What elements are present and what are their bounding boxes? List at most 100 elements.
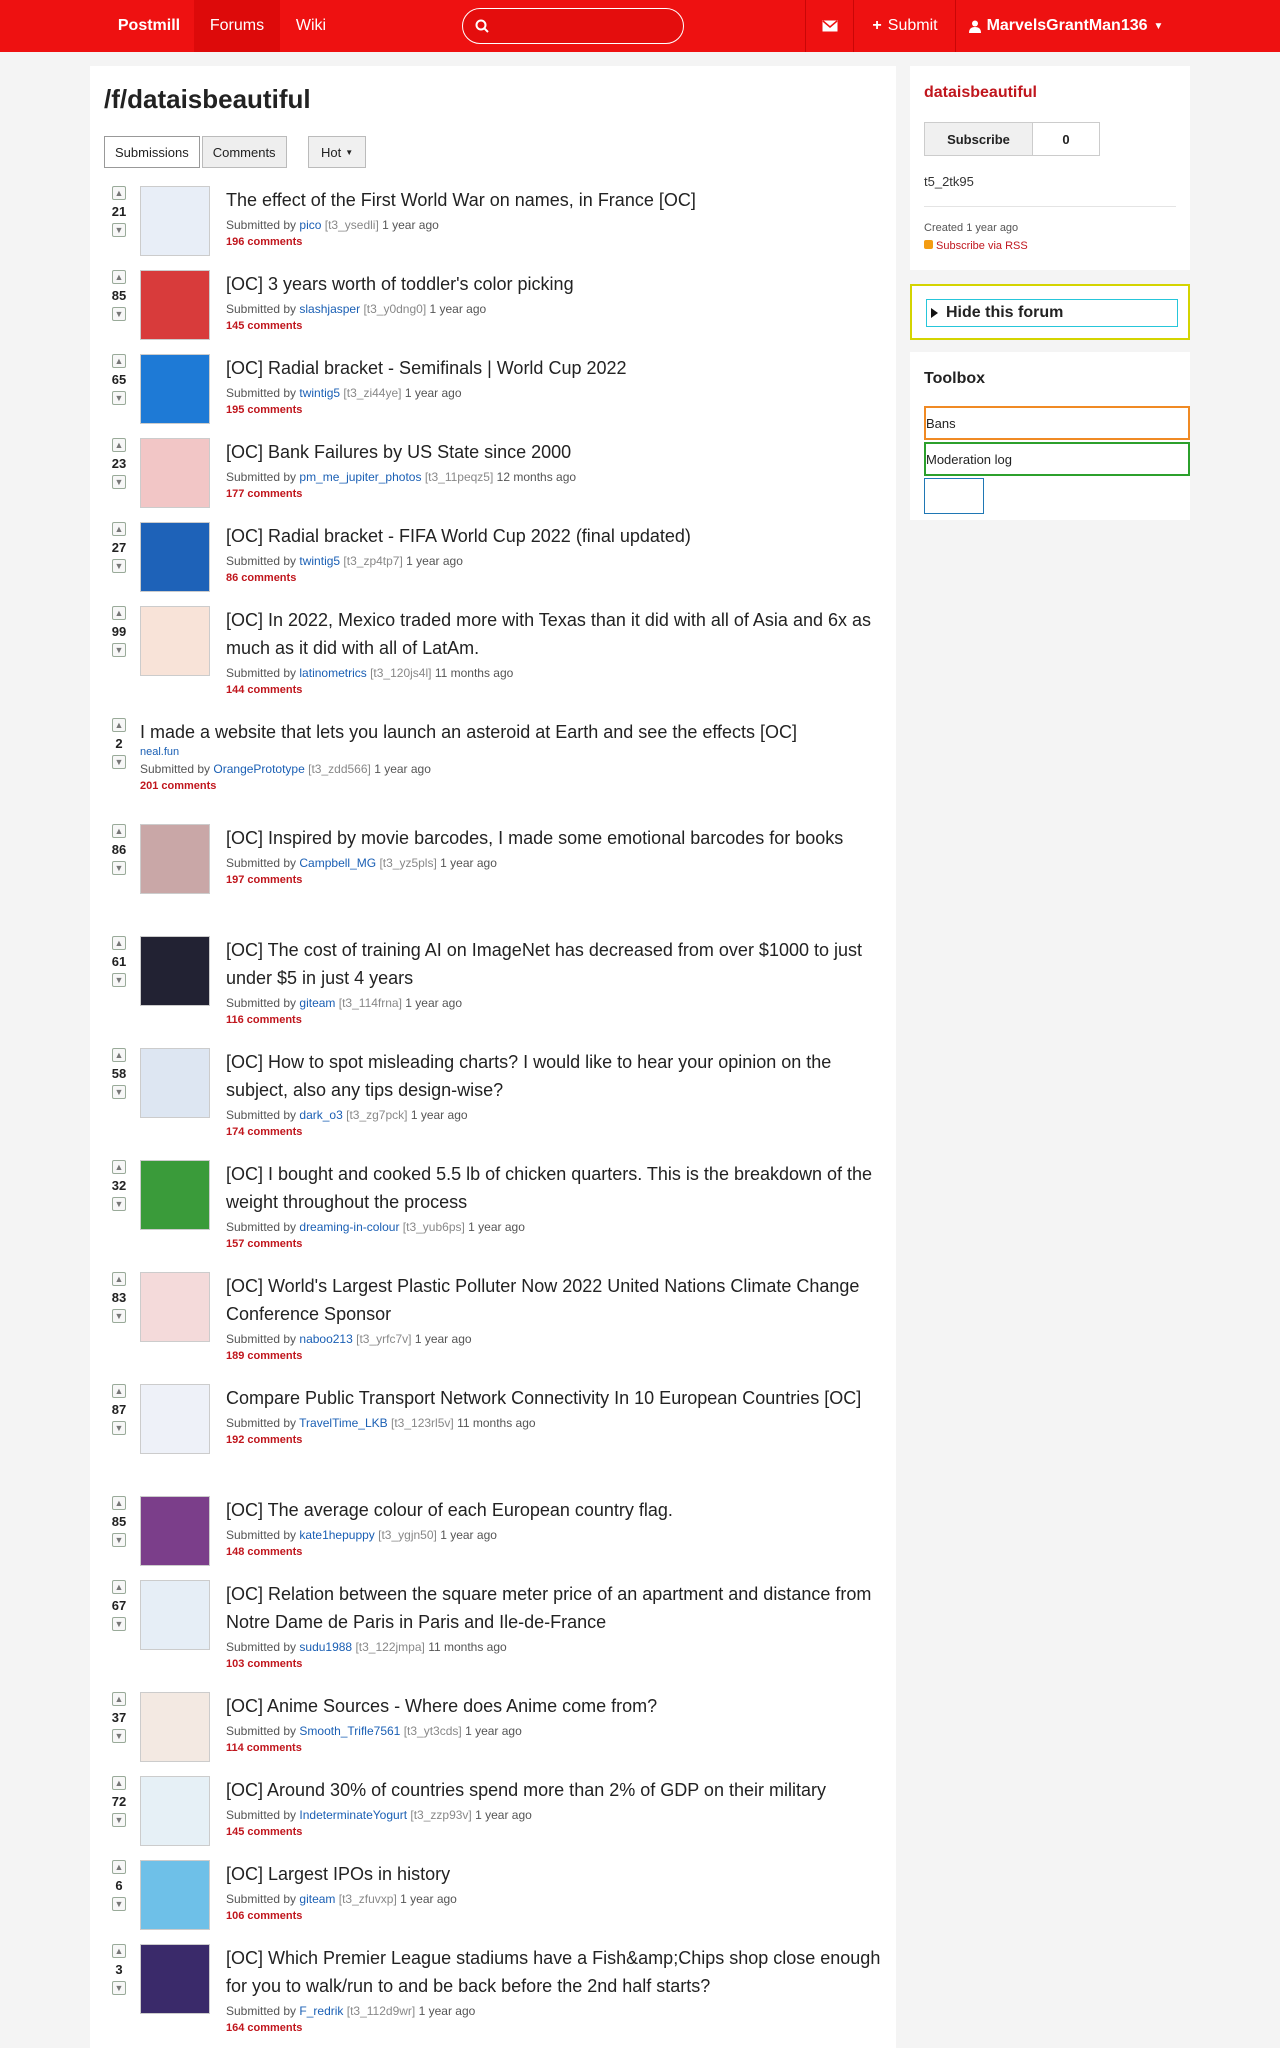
- search-input[interactable]: [497, 17, 667, 35]
- downvote-icon[interactable]: ▼: [112, 1309, 126, 1323]
- submission-thumbnail[interactable]: [140, 1692, 210, 1762]
- downvote-icon[interactable]: ▼: [112, 1813, 126, 1827]
- tab-submissions[interactable]: Submissions: [104, 136, 200, 168]
- downvote-icon[interactable]: ▼: [112, 755, 126, 769]
- downvote-icon[interactable]: ▼: [112, 1617, 126, 1631]
- submission-title-link[interactable]: [OC] Radial bracket - FIFA World Cup 202…: [226, 522, 886, 550]
- submission-thumbnail[interactable]: [140, 606, 210, 676]
- nav-forums-link[interactable]: Forums: [194, 0, 280, 52]
- sort-dropdown[interactable]: Hot ▼: [308, 136, 367, 168]
- author-link[interactable]: dark_o3: [299, 1108, 342, 1122]
- author-link[interactable]: Campbell_MG: [299, 856, 376, 870]
- downvote-icon[interactable]: ▼: [112, 223, 126, 237]
- author-link[interactable]: pm_me_jupiter_photos: [299, 470, 421, 484]
- comments-link[interactable]: 174 comments: [226, 1126, 302, 1138]
- downvote-icon[interactable]: ▼: [112, 1197, 126, 1211]
- upvote-icon[interactable]: ▲: [112, 718, 126, 732]
- author-link[interactable]: Smooth_Trifle7561: [299, 1724, 400, 1738]
- submission-title-link[interactable]: [OC] Bank Failures by US State since 200…: [226, 438, 886, 466]
- comments-link[interactable]: 114 comments: [226, 1742, 302, 1754]
- toolbox-bans-link[interactable]: Bans: [924, 406, 1190, 440]
- comments-link[interactable]: 145 comments: [226, 320, 302, 332]
- messages-button[interactable]: [806, 0, 854, 52]
- submission-thumbnail[interactable]: [140, 270, 210, 340]
- hide-forum-toggle[interactable]: Hide this forum: [926, 299, 1178, 327]
- downvote-icon[interactable]: ▼: [112, 1421, 126, 1435]
- submission-title-link[interactable]: [OC] Relation between the square meter p…: [226, 1580, 886, 1636]
- submission-title-link[interactable]: [OC] How to spot misleading charts? I wo…: [226, 1048, 886, 1104]
- upvote-icon[interactable]: ▲: [112, 1580, 126, 1594]
- submission-title-link[interactable]: [OC] In 2022, Mexico traded more with Te…: [226, 606, 886, 662]
- downvote-icon[interactable]: ▼: [112, 475, 126, 489]
- submit-button[interactable]: + Submit: [854, 0, 956, 52]
- author-link[interactable]: giteam: [299, 1892, 335, 1906]
- submission-title-link[interactable]: [OC] Inspired by movie barcodes, I made …: [226, 824, 886, 852]
- upvote-icon[interactable]: ▲: [112, 1860, 126, 1874]
- author-link[interactable]: F_redrik: [299, 2004, 343, 2018]
- comments-link[interactable]: 189 comments: [226, 1350, 302, 1362]
- comments-link[interactable]: 201 comments: [140, 780, 216, 792]
- submission-title-link[interactable]: [OC] Anime Sources - Where does Anime co…: [226, 1692, 886, 1720]
- submission-title-link[interactable]: [OC] I bought and cooked 5.5 lb of chick…: [226, 1160, 886, 1216]
- upvote-icon[interactable]: ▲: [112, 1048, 126, 1062]
- comments-link[interactable]: 86 comments: [226, 572, 296, 584]
- comments-link[interactable]: 106 comments: [226, 1910, 302, 1922]
- upvote-icon[interactable]: ▲: [112, 606, 126, 620]
- submission-thumbnail[interactable]: [140, 824, 210, 894]
- submission-thumbnail[interactable]: [140, 438, 210, 508]
- nav-wiki-link[interactable]: Wiki: [280, 0, 342, 52]
- submission-thumbnail[interactable]: [140, 1776, 210, 1846]
- upvote-icon[interactable]: ▲: [112, 1160, 126, 1174]
- submission-title-link[interactable]: [OC] Largest IPOs in history: [226, 1860, 886, 1888]
- submission-title-link[interactable]: The effect of the First World War on nam…: [226, 186, 886, 214]
- downvote-icon[interactable]: ▼: [112, 861, 126, 875]
- downvote-icon[interactable]: ▼: [112, 973, 126, 987]
- author-link[interactable]: dreaming-in-colour: [299, 1220, 399, 1234]
- author-link[interactable]: twintig5: [299, 386, 340, 400]
- comments-link[interactable]: 103 comments: [226, 1658, 302, 1670]
- comments-link[interactable]: 195 comments: [226, 404, 302, 416]
- upvote-icon[interactable]: ▲: [112, 354, 126, 368]
- comments-link[interactable]: 157 comments: [226, 1238, 302, 1250]
- rss-link[interactable]: Subscribe via RSS: [924, 240, 1028, 252]
- author-link[interactable]: sudu1988: [299, 1640, 352, 1654]
- submission-title-link[interactable]: [OC] Around 30% of countries spend more …: [226, 1776, 886, 1804]
- author-link[interactable]: naboo213: [299, 1332, 352, 1346]
- comments-link[interactable]: 145 comments: [226, 1826, 302, 1838]
- submission-title-link[interactable]: [OC] Radial bracket - Semifinals | World…: [226, 354, 886, 382]
- brand-link[interactable]: Postmill: [104, 0, 194, 52]
- upvote-icon[interactable]: ▲: [112, 522, 126, 536]
- submission-title-link[interactable]: [OC] Which Premier League stadiums have …: [226, 1944, 886, 2000]
- author-link[interactable]: latinometrics: [299, 666, 366, 680]
- toolbox-empty-button[interactable]: [924, 478, 984, 514]
- comments-link[interactable]: 196 comments: [226, 236, 302, 248]
- upvote-icon[interactable]: ▲: [112, 1384, 126, 1398]
- comments-link[interactable]: 148 comments: [226, 1546, 302, 1558]
- downvote-icon[interactable]: ▼: [112, 1533, 126, 1547]
- submission-thumbnail[interactable]: [140, 1860, 210, 1930]
- upvote-icon[interactable]: ▲: [112, 438, 126, 452]
- author-link[interactable]: OrangePrototype: [213, 762, 304, 776]
- upvote-icon[interactable]: ▲: [112, 936, 126, 950]
- upvote-icon[interactable]: ▲: [112, 1692, 126, 1706]
- downvote-icon[interactable]: ▼: [112, 307, 126, 321]
- author-link[interactable]: TravelTime_LKB: [299, 1416, 387, 1430]
- comments-link[interactable]: 164 comments: [226, 2022, 302, 2034]
- submission-thumbnail[interactable]: [140, 1048, 210, 1118]
- upvote-icon[interactable]: ▲: [112, 824, 126, 838]
- submission-title-link[interactable]: [OC] The cost of training AI on ImageNet…: [226, 936, 886, 992]
- author-link[interactable]: twintig5: [299, 554, 340, 568]
- comments-link[interactable]: 177 comments: [226, 488, 302, 500]
- comments-link[interactable]: 116 comments: [226, 1014, 302, 1026]
- submission-thumbnail[interactable]: [140, 1944, 210, 2014]
- submission-thumbnail[interactable]: [140, 522, 210, 592]
- upvote-icon[interactable]: ▲: [112, 186, 126, 200]
- upvote-icon[interactable]: ▲: [112, 1776, 126, 1790]
- author-link[interactable]: slashjasper: [299, 302, 360, 316]
- submission-thumbnail[interactable]: [140, 936, 210, 1006]
- downvote-icon[interactable]: ▼: [112, 1085, 126, 1099]
- submission-thumbnail[interactable]: [140, 186, 210, 256]
- submission-thumbnail[interactable]: [140, 1384, 210, 1454]
- downvote-icon[interactable]: ▼: [112, 643, 126, 657]
- submission-thumbnail[interactable]: [140, 1580, 210, 1650]
